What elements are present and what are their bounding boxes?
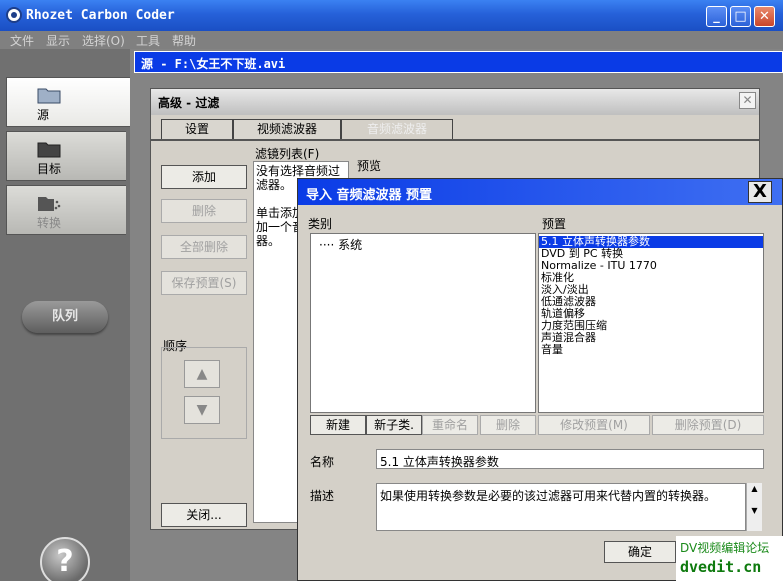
nav-source[interactable]: 源 bbox=[6, 77, 130, 127]
tab-settings[interactable]: 设置 bbox=[161, 119, 233, 139]
modify-preset-button[interactable]: 修改预置(M) bbox=[538, 415, 650, 435]
nav-source-label: 源 bbox=[37, 108, 50, 122]
source-bar: 源 - F:\女王不下班.avi bbox=[134, 51, 783, 73]
help-button[interactable]: ? bbox=[40, 537, 90, 581]
ok-button[interactable]: 确定 bbox=[604, 541, 676, 563]
delete-category-button[interactable]: 删除 bbox=[480, 415, 536, 435]
import-preset-dialog: 导入 音频滤波器 预置 X 类别 预置 ···· 系统 5.1 立体声转换器参数… bbox=[297, 178, 783, 581]
rename-button[interactable]: 重命名 bbox=[422, 415, 478, 435]
name-label: 名称 bbox=[310, 455, 335, 469]
new-subcategory-button[interactable]: 新子类. bbox=[366, 415, 422, 435]
maximize-button[interactable]: □ bbox=[730, 6, 751, 27]
category-label: 类别 bbox=[308, 217, 333, 231]
minimize-button[interactable]: _ bbox=[706, 6, 727, 27]
title-bar: Rhozet Carbon Coder _ □ ✕ bbox=[0, 0, 783, 31]
category-tree[interactable]: ···· 系统 bbox=[310, 233, 536, 413]
menu-view[interactable]: 显示 bbox=[46, 32, 70, 49]
watermark-line1: DV视频编辑论坛 bbox=[680, 541, 770, 555]
tab-video-filters[interactable]: 视频滤波器 bbox=[233, 119, 341, 139]
watermark-line2: dvedit.cn bbox=[680, 558, 762, 576]
convert-icon bbox=[38, 197, 61, 211]
add-button[interactable]: 添加 bbox=[161, 165, 247, 189]
close-button[interactable]: ✕ bbox=[754, 6, 775, 27]
description-scrollbar[interactable]: ▲ ▼ bbox=[746, 483, 762, 531]
save-preset-button[interactable]: 保存预置(S) bbox=[161, 271, 247, 295]
filter-list-label: 滤镜列表(F) bbox=[255, 147, 320, 161]
delete-all-button[interactable]: 全部删除 bbox=[161, 235, 247, 259]
move-up-button[interactable]: ▲ bbox=[184, 360, 220, 388]
scroll-down-icon[interactable]: ▼ bbox=[747, 505, 762, 517]
close-panel-button[interactable]: 关闭... bbox=[161, 503, 247, 527]
category-item-system[interactable]: ···· 系统 bbox=[319, 236, 527, 253]
tab-audio-filters[interactable]: 音频滤波器 bbox=[341, 119, 453, 139]
delete-preset-button[interactable]: 删除预置(D) bbox=[652, 415, 764, 435]
order-group: ▲ ▼ bbox=[161, 347, 247, 439]
menu-help[interactable]: 帮助 bbox=[172, 32, 196, 49]
description-field[interactable]: 如果使用转换参数是必要的该过滤器可用来代替内置的转换器。 bbox=[376, 483, 746, 531]
preview-label: 预览 bbox=[357, 159, 382, 173]
delete-button[interactable]: 删除 bbox=[161, 199, 247, 223]
panel-close-button[interactable]: ✕ bbox=[739, 92, 756, 109]
app-icon[interactable] bbox=[6, 7, 22, 23]
menu-file[interactable]: 文件 bbox=[10, 32, 34, 49]
nav-convert-label: 转换 bbox=[37, 216, 62, 230]
name-field[interactable]: 5.1 立体声转换器参数 bbox=[376, 449, 764, 469]
nav-convert[interactable]: 转换 bbox=[6, 185, 126, 235]
panel-title: 高级 - 过滤 bbox=[151, 89, 759, 115]
move-down-button[interactable]: ▼ bbox=[184, 396, 220, 424]
description-label: 描述 bbox=[310, 489, 335, 503]
tab-divider bbox=[151, 139, 759, 141]
dialog-close-button[interactable]: X bbox=[748, 181, 772, 203]
window-title: Rhozet Carbon Coder bbox=[26, 8, 175, 23]
left-nav: 源 目标 转换 队列 ? bbox=[0, 49, 130, 581]
preset-item[interactable]: 音量 bbox=[539, 344, 763, 356]
dialog-title: 导入 音频滤波器 预置 bbox=[298, 179, 782, 205]
folder-icon bbox=[37, 88, 61, 104]
menu-tools[interactable]: 工具 bbox=[136, 32, 160, 49]
nav-target-label: 目标 bbox=[37, 162, 62, 176]
nav-target[interactable]: 目标 bbox=[6, 131, 126, 181]
preset-label: 预置 bbox=[542, 217, 567, 231]
menu-select[interactable]: 选择(O) bbox=[82, 32, 125, 49]
preset-list[interactable]: 5.1 立体声转换器参数 DVD 到 PC 转换 Normalize - ITU… bbox=[538, 233, 764, 413]
preset-item[interactable]: 声道混合器 bbox=[539, 332, 763, 344]
menu-bar: 文件 显示 选择(O) 工具 帮助 bbox=[0, 31, 783, 49]
target-folder-icon bbox=[37, 142, 61, 158]
scroll-up-icon[interactable]: ▲ bbox=[747, 483, 762, 495]
new-button[interactable]: 新建 bbox=[310, 415, 366, 435]
watermark: DV视频编辑论坛 dvedit.cn bbox=[676, 536, 783, 581]
queue-button[interactable]: 队列 bbox=[22, 301, 108, 333]
